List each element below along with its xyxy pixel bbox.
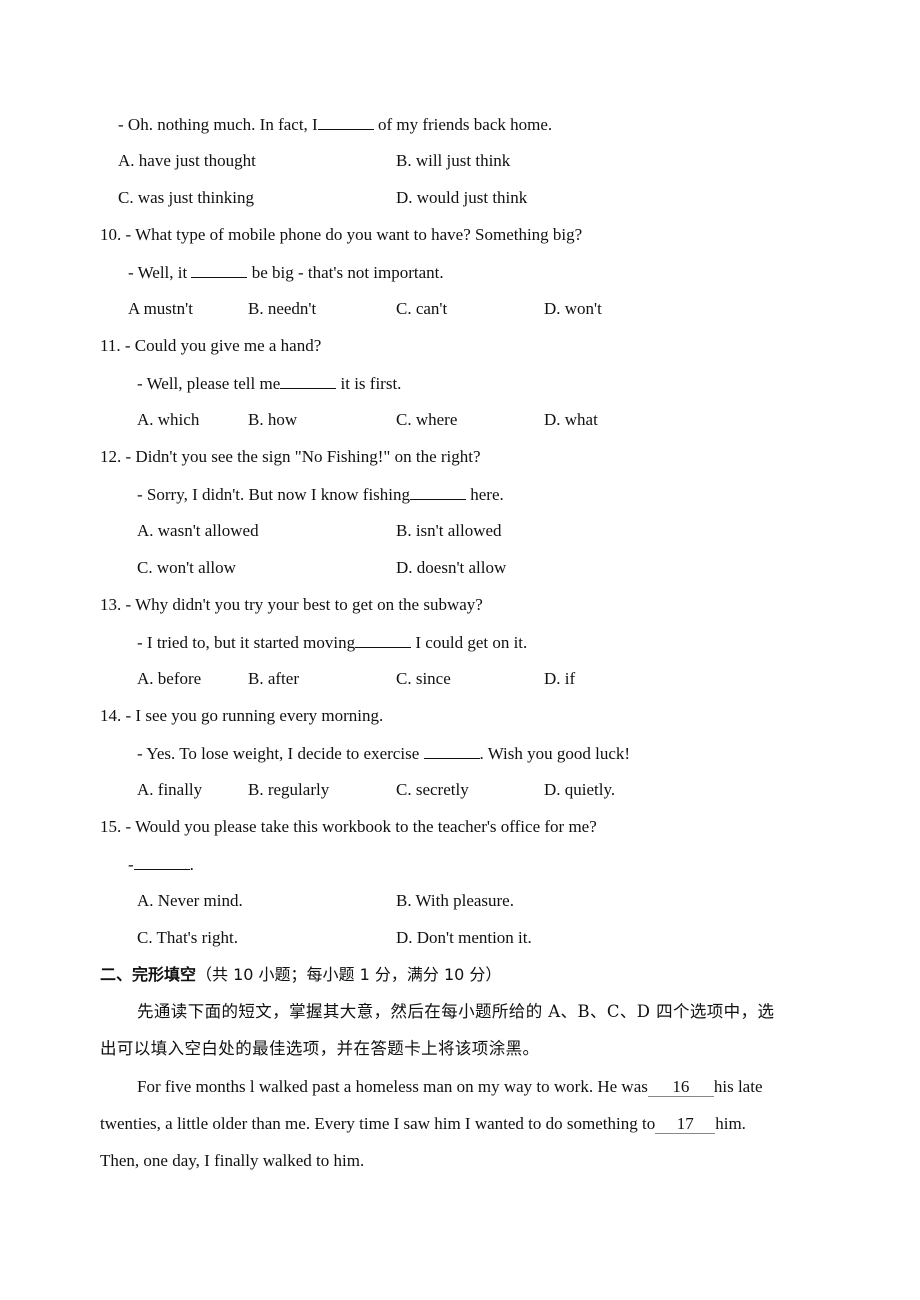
q12-option-a: A. wasn't allowed [137, 521, 259, 540]
section2-subtitle: （共 10 小题；每小题 1 分，满分 10 分） [196, 965, 502, 984]
q11-option-c: C. where [396, 410, 458, 429]
q10-question: 10. - What type of mobile phone do you w… [100, 225, 583, 244]
blank-17: 17 [655, 1115, 716, 1134]
q13-option-d: D. if [544, 669, 576, 688]
q14-option-c: C. secretly [396, 780, 469, 799]
q12-option-b: B. isn't allowed [396, 521, 502, 540]
q11-option-b: B. how [248, 410, 298, 429]
q14-question: 14. - I see you go running every morning… [100, 706, 384, 725]
section2-instruction-line1: 先通读下面的短文，掌握其大意，然后在每小题所给的 A、B、C、D 四个选项中，选 [137, 1002, 775, 1021]
q15-answer-line: -. [128, 853, 194, 876]
q12-option-c: C. won't allow [137, 558, 236, 577]
q12-answer-text: - Sorry, I didn't. But now I know fishin… [137, 485, 411, 504]
q12-blank [410, 483, 467, 500]
q9-answer-text-post: of my friends back home. [373, 115, 553, 134]
passage-text: twenties, a little older than me. Every … [100, 1114, 656, 1133]
q9-option-d: D. would just think [396, 188, 528, 207]
q15-option-c: C. That's right. [137, 928, 238, 947]
q9-option-b: B. will just think [396, 151, 511, 170]
passage-text: his late [713, 1077, 763, 1096]
q14-option-d: D. quietly. [544, 780, 616, 799]
q15-answer-text-post: . [189, 855, 194, 874]
q12-answer-text-post: here. [466, 485, 504, 504]
q14-option-a: A. finally [137, 780, 203, 799]
q11-answer-line: - Well, please tell me it is first. [137, 372, 401, 395]
q13-answer-text-post: I could get on it. [411, 633, 528, 652]
q10-option-c: C. can't [396, 299, 448, 318]
q14-blank [423, 742, 480, 759]
blank-16: 16 [647, 1078, 714, 1097]
q15-option-a: A. Never mind. [137, 891, 243, 910]
q13-question: 13. - Why didn't you try your best to ge… [100, 595, 483, 614]
q11-blank [280, 372, 337, 389]
q13-option-a: A. before [137, 669, 202, 688]
q9-option-a: A. have just thought [118, 151, 256, 170]
passage-text: For five months l walked past a homeless… [137, 1077, 648, 1096]
q14-option-b: B. regularly [248, 780, 330, 799]
q13-answer-line: - I tried to, but it started moving I co… [137, 631, 527, 654]
passage-line-2: twenties, a little older than me. Every … [100, 1113, 746, 1135]
q10-blank [191, 261, 248, 278]
q14-answer-line: - Yes. To lose weight, I decide to exerc… [137, 742, 630, 765]
q9-option-c: C. was just thinking [118, 188, 255, 207]
q12-answer-line: - Sorry, I didn't. But now I know fishin… [137, 483, 504, 506]
q11-answer-text-post: it is first. [336, 374, 402, 393]
q10-answer-text-post: be big - that's not important. [247, 263, 444, 282]
q10-answer-text: - Well, it [128, 263, 192, 282]
section2-title: 二、完形填空 [100, 965, 197, 984]
q11-option-d: D. what [544, 410, 598, 429]
section2-instruction-line2: 出可以填入空白处的最佳选项，并在答题卡上将该项涂黑。 [100, 1039, 540, 1058]
q13-blank [355, 631, 412, 648]
q10-option-d: D. won't [544, 299, 602, 318]
passage-text: him. [715, 1114, 746, 1133]
q12-option-d: D. doesn't allow [396, 558, 507, 577]
q12-question: 12. - Didn't you see the sign "No Fishin… [100, 447, 481, 466]
section2-heading: 二、完形填空（共 10 小题；每小题 1 分，满分 10 分） [100, 964, 501, 986]
q9-answer-line: - Oh. nothing much. In fact, I of my fri… [118, 113, 552, 136]
q11-option-a: A. which [137, 410, 200, 429]
q15-blank [133, 853, 190, 870]
q15-question: 15. - Would you please take this workboo… [100, 817, 597, 836]
q15-option-d: D. Don't mention it. [396, 928, 532, 947]
q11-answer-text: - Well, please tell me [137, 374, 281, 393]
q10-answer-line: - Well, it be big - that's not important… [128, 261, 444, 284]
q11-question: 11. - Could you give me a hand? [100, 336, 322, 355]
q13-option-b: B. after [248, 669, 299, 688]
q13-answer-text: - I tried to, but it started moving [137, 633, 356, 652]
q9-answer-text: - Oh. nothing much. In fact, I [118, 115, 318, 134]
q10-option-b: B. needn't [248, 299, 317, 318]
q9-blank [317, 113, 374, 130]
passage-line-1: For five months l walked past a homeless… [137, 1076, 763, 1098]
passage-line-3: Then, one day, I finally walked to him. [100, 1151, 365, 1170]
q13-option-c: C. since [396, 669, 451, 688]
q14-answer-text-post: . Wish you good luck! [479, 744, 631, 763]
q15-option-b: B. With pleasure. [396, 891, 514, 910]
q10-option-a: A mustn't [128, 299, 193, 318]
q14-answer-text: - Yes. To lose weight, I decide to exerc… [137, 744, 424, 763]
